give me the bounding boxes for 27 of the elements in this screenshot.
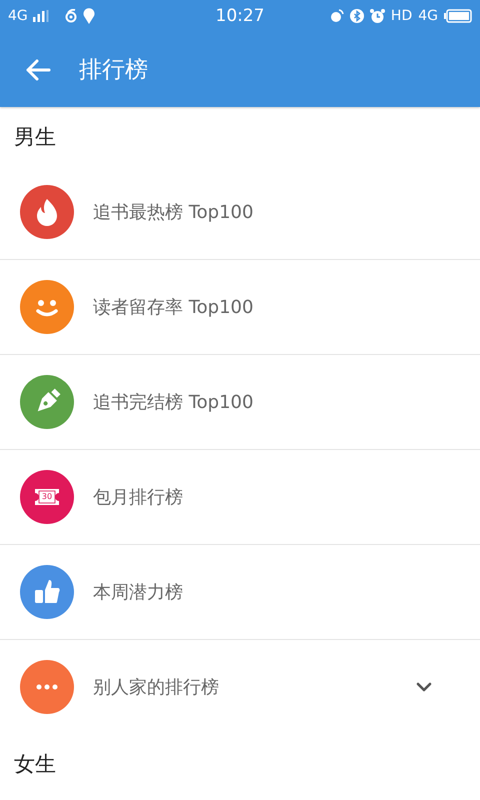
section-heading: 男生 [13,124,57,151]
item-label: 读者留存率 Top100 [93,296,254,319]
clock-time: 10:27 [216,6,264,26]
list-item[interactable]: 30 包月排行榜 [0,450,480,545]
item-label: 别人家的排行榜 [93,676,220,699]
item-label: 包月排行榜 [93,486,184,509]
chevron-icon[interactable] [416,682,432,692]
battery-icon [444,9,472,23]
network-label: 4G [8,8,28,24]
item-label: 追书完结榜 Top100 [93,391,254,414]
network-label: 4G [418,8,438,24]
list-item[interactable]: 别人家的排行榜 [0,640,480,734]
signal-icon [32,10,49,22]
ticket-icon [34,488,60,506]
item-label: 追书最热榜 Top100 [93,201,254,224]
list-item[interactable]: 读者留存率 Top100 [0,260,480,355]
ticket-number: 30 [40,491,54,503]
item-label: 本周潜力榜 [93,581,184,604]
bluetooth-icon [350,9,364,23]
section-heading: 女生 [13,751,57,778]
screen-title: 排行榜 [79,56,148,85]
list-item[interactable]: 追书完结榜 Top100 [0,355,480,450]
hd-label: HD [390,8,412,24]
list-item[interactable]: 本周潜力榜 [0,545,480,640]
list-item[interactable]: 追书最热榜 Top100 [0,165,480,260]
alarm-icon [370,8,385,24]
location-pin-icon [82,8,95,24]
